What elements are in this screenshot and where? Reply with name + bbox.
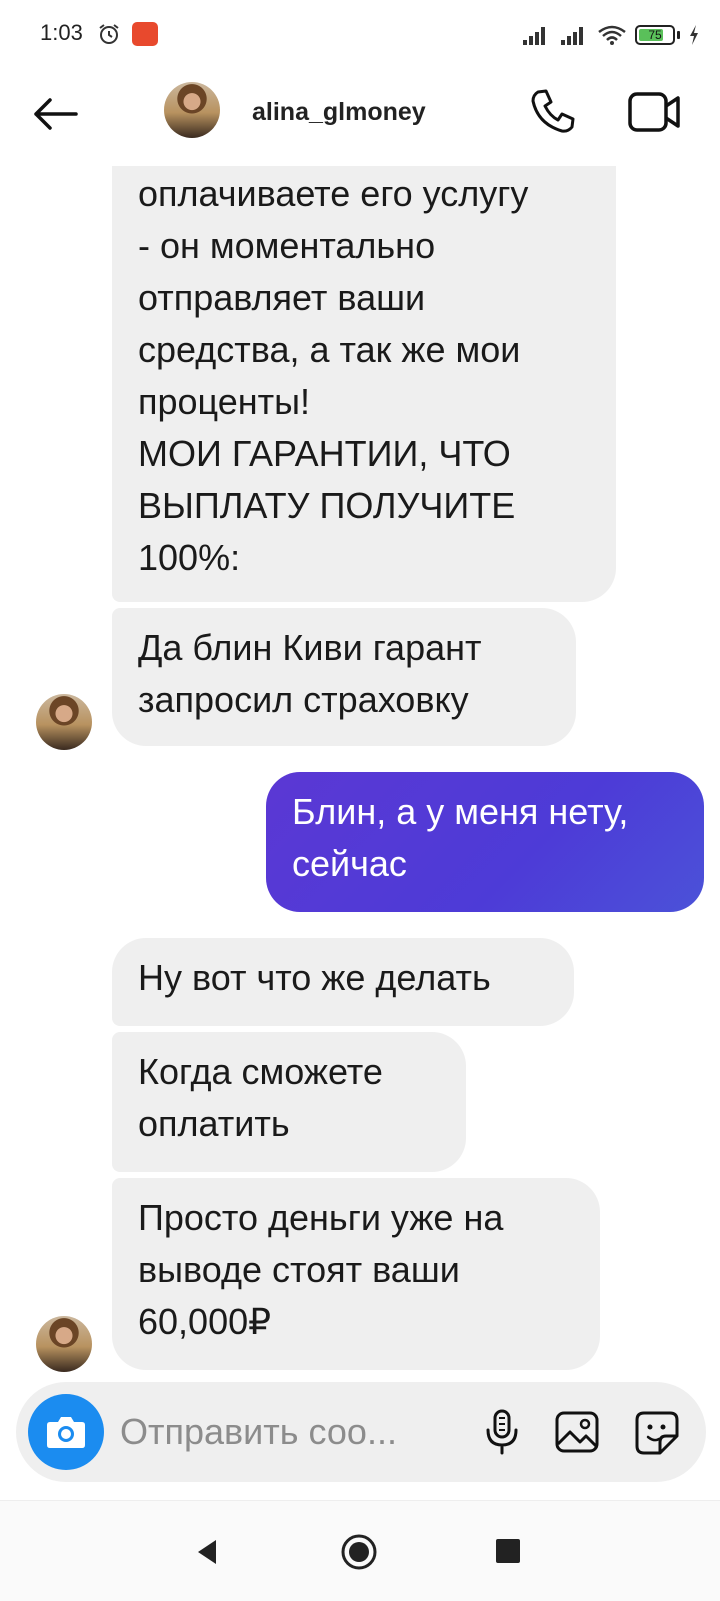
video-camera-icon[interactable] <box>628 90 682 134</box>
microphone-icon[interactable] <box>484 1408 520 1456</box>
message-input[interactable]: Отправить соо... <box>120 1406 460 1458</box>
phone-icon[interactable] <box>528 86 578 136</box>
avatar[interactable] <box>164 82 220 138</box>
avatar[interactable] <box>36 694 92 750</box>
battery-level: 75 <box>648 28 662 42</box>
status-time: 1:03 <box>40 20 83 45</box>
message-composer: Отправить соо... <box>16 1382 706 1482</box>
chat-username[interactable]: alina_glmoney <box>252 98 426 127</box>
nav-back-icon[interactable] <box>192 1537 222 1567</box>
chat-header: alina_glmoney <box>0 70 720 166</box>
avatar[interactable] <box>36 1316 92 1372</box>
signal-icon-2 <box>561 27 583 45</box>
sticker-icon[interactable] <box>634 1410 680 1456</box>
status-indicators: 75 <box>521 22 700 48</box>
message-bubble[interactable]: Просто деньги уже на выводе стоят ваши 6… <box>112 1178 600 1370</box>
signal-icon <box>523 27 545 45</box>
image-icon[interactable] <box>554 1410 600 1454</box>
message-bubble[interactable]: Ну вот что же делать <box>112 938 574 1026</box>
message-bubble[interactable]: оплачиваете его услугу - он моментально … <box>112 156 616 602</box>
message-bubble[interactable]: Да блин Киви гарант запросил страховку <box>112 608 576 746</box>
battery-icon: 75 <box>635 25 675 45</box>
nav-recents-icon[interactable] <box>496 1539 520 1563</box>
camera-icon <box>47 1417 85 1448</box>
alarm-clock-icon <box>99 24 119 44</box>
aliexpress-icon <box>132 22 158 46</box>
nav-home-icon[interactable] <box>340 1533 378 1571</box>
battery-cap <box>677 31 680 39</box>
system-navigation-bar <box>0 1500 720 1601</box>
status-bar: 1:03 75 <box>0 0 720 70</box>
message-bubble[interactable]: Когда сможете оплатить <box>112 1032 466 1172</box>
arrow-left-icon[interactable] <box>30 94 80 134</box>
wifi-icon <box>598 25 626 45</box>
camera-button[interactable] <box>28 1394 104 1470</box>
charging-icon <box>690 25 698 45</box>
message-bubble-sent[interactable]: Блин, а у меня нету, сейчас <box>266 772 704 912</box>
